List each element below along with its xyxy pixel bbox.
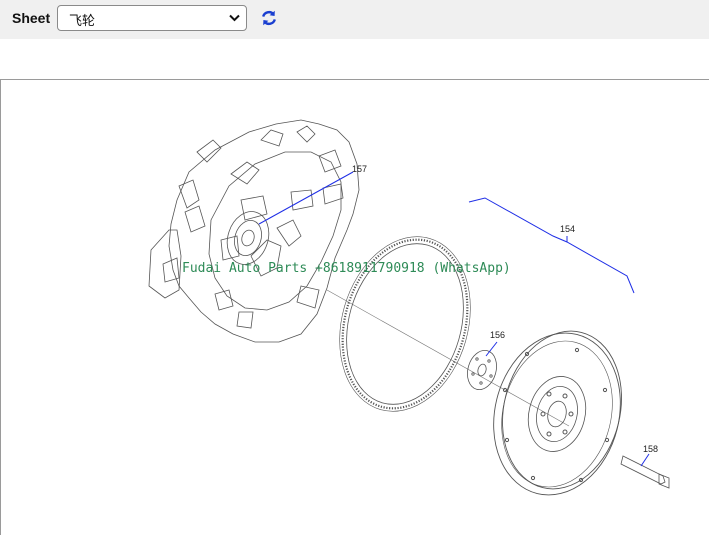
sheet-select-value: 飞轮	[69, 14, 96, 29]
callout-leaders	[258, 171, 650, 467]
drive-plate	[467, 349, 497, 391]
chevron-down-icon	[229, 14, 240, 22]
exploded-view-drawing: 157 154 156 158	[148, 119, 670, 496]
callout-154[interactable]: 154	[560, 224, 575, 234]
ring-gear	[339, 236, 471, 412]
toolbar: Sheet 飞轮	[0, 0, 709, 39]
spacer	[0, 39, 709, 79]
flywheel	[493, 330, 622, 496]
assembly-axis-line	[326, 289, 570, 427]
watermark-text: Fudai Auto Parts +8618911790918 (WhatsAp…	[182, 261, 511, 276]
sheet-label: Sheet	[12, 10, 51, 26]
callout-156[interactable]: 156	[490, 330, 505, 340]
parts-diagram: 157 154 156 158 Fudai Auto Parts +861891…	[0, 79, 709, 535]
callout-158[interactable]: 158	[643, 444, 658, 454]
sheet-select[interactable]: 飞轮	[57, 5, 247, 31]
refresh-icon[interactable]	[260, 9, 278, 27]
flywheel-housing	[148, 119, 360, 343]
callout-157[interactable]: 157	[352, 164, 367, 174]
